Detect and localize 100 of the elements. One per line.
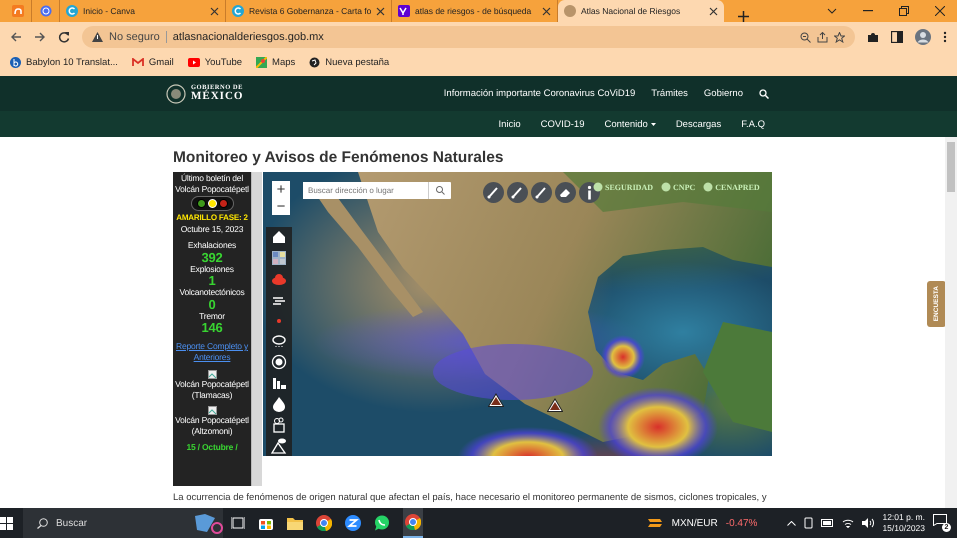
search-icon[interactable] — [759, 88, 769, 98]
target-icon[interactable] — [271, 354, 287, 370]
share-icon[interactable] — [817, 32, 828, 42]
pencil-icon[interactable] — [507, 182, 528, 203]
chrome-icon — [405, 514, 421, 530]
buildings-icon[interactable] — [271, 375, 287, 392]
warning-icon — [92, 32, 103, 42]
bookmark[interactable]: Babylon 10 Translat... — [10, 57, 118, 68]
stat-label: Exhalaciones — [188, 240, 236, 250]
bookmark[interactable]: Gmail — [132, 57, 174, 68]
map-pin-icon — [256, 57, 268, 68]
rain-cloud-icon[interactable] — [271, 333, 287, 350]
header-link[interactable]: Gobierno — [704, 88, 743, 99]
volcano-icon[interactable] — [271, 438, 287, 454]
forward-icon[interactable] — [34, 31, 46, 43]
stat-label: Volcanotectónicos — [179, 287, 245, 298]
pencil-icon[interactable] — [531, 182, 552, 203]
minimize-icon[interactable] — [863, 10, 873, 12]
stat-value: 392 — [201, 250, 223, 264]
emblem-icon — [593, 182, 603, 192]
nav-link[interactable]: COVID-19 — [540, 118, 584, 130]
camera-caption: Volcán Popocatépetl (Tlamacas) — [174, 379, 250, 400]
play-icon — [188, 58, 200, 67]
eraser-icon[interactable] — [555, 182, 576, 203]
back-icon[interactable] — [10, 31, 22, 43]
nav-link[interactable]: Inicio — [498, 118, 521, 130]
chat-icon[interactable] — [374, 515, 390, 531]
phone-icon[interactable] — [804, 517, 814, 529]
close-icon[interactable] — [709, 6, 718, 16]
active-app[interactable] — [403, 508, 423, 538]
site-icon — [398, 5, 410, 17]
folder-icon[interactable] — [287, 516, 303, 530]
panel-title: Último boletín del Volcán Popocatépetl — [174, 173, 250, 194]
page-title: Monitoreo y Avisos de Fenómenos Naturales — [173, 149, 504, 167]
site-icon — [232, 5, 244, 17]
nav-link[interactable]: F.A.Q — [741, 118, 765, 130]
reload-icon[interactable] — [58, 31, 70, 43]
cloud-icon[interactable] — [271, 271, 287, 288]
logo-text: SEGURIDAD — [605, 182, 654, 192]
volcano-marker-icon — [547, 398, 563, 412]
currency-pair: MXN/EUR — [672, 518, 718, 528]
battery-icon[interactable] — [821, 519, 834, 527]
map-search-field[interactable]: Buscar dirección o lugar — [303, 182, 451, 199]
volume-icon[interactable] — [862, 518, 874, 528]
new-tab-icon[interactable] — [738, 11, 749, 22]
bookmark[interactable]: Nueva pestaña — [309, 57, 390, 68]
globe-icon — [40, 5, 52, 17]
nav-link[interactable]: Contenido — [604, 118, 656, 130]
caret-icon[interactable] — [827, 8, 837, 14]
nav-link[interactable]: Descargas — [676, 118, 722, 130]
site-icon — [564, 5, 576, 17]
close-icon[interactable] — [376, 6, 386, 16]
caret-icon — [650, 122, 656, 126]
header-link[interactable]: Información importante Coronavirus CoViD19 — [444, 88, 636, 99]
close-icon[interactable] — [542, 6, 551, 16]
camera-date: 15 / Octubre / — [186, 442, 238, 452]
home-icon[interactable] — [271, 229, 287, 246]
close-icon[interactable] — [935, 6, 945, 16]
intro-paragraph: La ocurrencia de fenómenos de origen natural que afectan el país, hace necesario el monitoreo permanente de sismos, ciclones tropicales, y — [173, 492, 767, 503]
z-logo-icon[interactable] — [345, 515, 361, 531]
clock[interactable]: 12:01 p. m. 15/10/2023 — [882, 512, 925, 534]
header-link[interactable]: Trámites — [651, 88, 688, 99]
sidebar-icon[interactable] — [891, 31, 903, 43]
browser-tab[interactable]: Atlas Nacional de Riesgos — [558, 0, 724, 22]
windows-icon[interactable] — [0, 516, 13, 530]
page-scrollbar[interactable] — [945, 137, 957, 508]
task-view-icon[interactable] — [231, 516, 245, 530]
taskbar-search[interactable]: Buscar — [23, 508, 223, 538]
logo-text: CNPC — [673, 182, 696, 192]
stat-label: Tremor — [199, 310, 225, 321]
report-link[interactable]: Reporte Completo y Anteriores — [173, 341, 251, 362]
zoom-icon[interactable] — [800, 32, 811, 42]
alert-phase: AMARILLO FASE: 2 — [176, 213, 248, 224]
bookmark[interactable]: YouTube — [188, 57, 242, 68]
globe-icon — [309, 57, 320, 68]
satellite-map[interactable]: + − Buscar dirección o lugar SEGURIDAD CNPC CENAPRED — [263, 172, 772, 456]
wifi-icon[interactable] — [842, 518, 854, 528]
site-icon — [12, 5, 24, 17]
stat-label: Explosiones — [190, 264, 234, 274]
security-label: No seguro — [109, 31, 160, 43]
bookmark[interactable]: Maps — [256, 57, 296, 68]
basemap-icon[interactable] — [271, 250, 287, 266]
emblem-icon — [661, 182, 672, 192]
currency-change: -0.47% — [726, 518, 758, 528]
broken-image-icon — [208, 370, 216, 379]
restore-icon[interactable] — [899, 6, 909, 16]
puzzle-icon[interactable] — [867, 31, 879, 43]
star-icon[interactable] — [834, 32, 845, 42]
logo-text: CENAPRED — [715, 182, 760, 192]
site-icon — [66, 5, 78, 17]
chrome-icon[interactable] — [316, 515, 332, 531]
stat-value: 1 — [208, 274, 216, 287]
close-icon[interactable] — [210, 6, 219, 16]
avatar-icon[interactable] — [915, 29, 931, 45]
address-bar[interactable]: No seguro atlasnacionalderiesgos.gob.mx — [82, 26, 855, 48]
pencil-icon[interactable] — [483, 182, 504, 203]
more-icon[interactable] — [943, 31, 947, 43]
panel-scrollbar[interactable] — [251, 172, 262, 486]
stat-value: 0 — [208, 298, 216, 310]
search-icon — [37, 518, 48, 528]
